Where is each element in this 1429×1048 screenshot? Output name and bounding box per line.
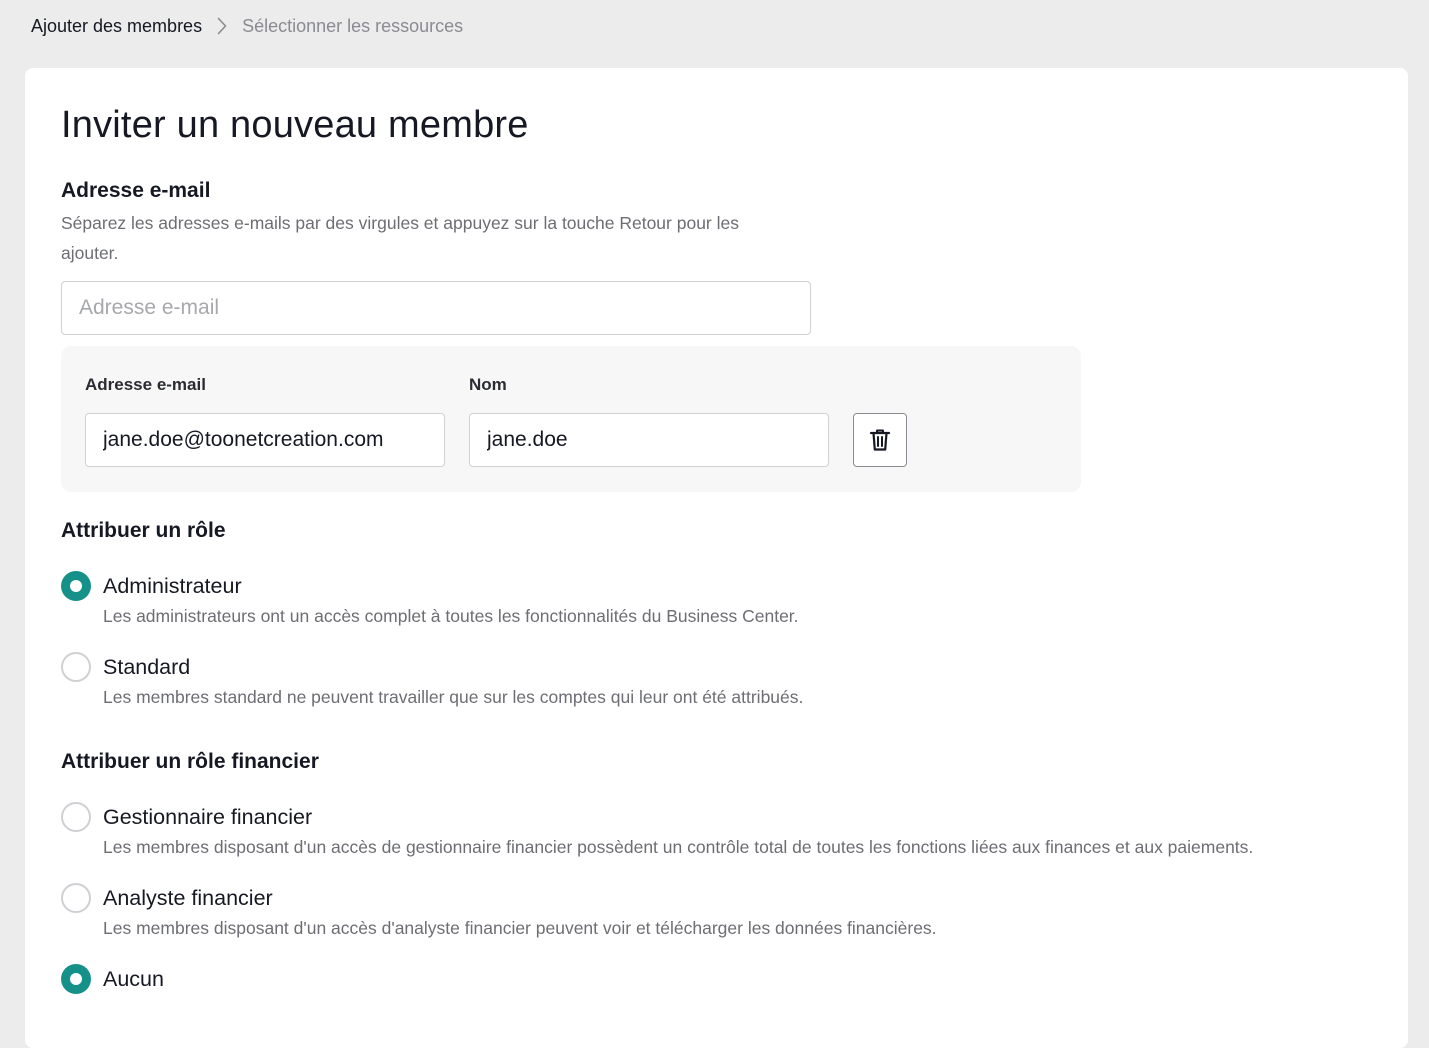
radio-description: Les administrateurs ont un accès complet… — [103, 606, 799, 626]
member-entry-panel: Adresse e-mail Nom — [61, 346, 1081, 492]
invite-member-card: Inviter un nouveau membre Adresse e-mail… — [25, 68, 1408, 1048]
radio-button[interactable] — [61, 802, 91, 832]
radio-label: Aucun — [103, 967, 164, 991]
radio-button-checked[interactable] — [61, 571, 91, 601]
breadcrumb: Ajouter des membres Sélectionner les res… — [31, 12, 463, 40]
finance-option-aucun[interactable]: Aucun — [61, 964, 1381, 994]
member-email-label: Adresse e-mail — [85, 375, 206, 394]
member-name-label: Nom — [469, 375, 507, 394]
role-option-standard[interactable]: Standard Les membres standard ne peuvent… — [61, 652, 1381, 712]
delete-member-button[interactable] — [853, 413, 907, 467]
radio-label: Gestionnaire financier — [103, 805, 313, 829]
email-input[interactable] — [61, 281, 811, 335]
breadcrumb-next: Sélectionner les ressources — [242, 15, 464, 36]
radio-label: Analyste financier — [103, 886, 273, 910]
radio-label: Standard — [103, 655, 191, 679]
member-name-field[interactable] — [469, 413, 829, 467]
radio-button-checked[interactable] — [61, 964, 91, 994]
radio-description: Les membres disposant d'un accès de gest… — [103, 837, 1254, 857]
member-email-field[interactable] — [85, 413, 445, 467]
radio-description: Les membres disposant d'un accès d'analy… — [103, 918, 937, 938]
email-help-text: Séparez les adresses e-mails par des vir… — [61, 213, 739, 263]
radio-button[interactable] — [61, 652, 91, 682]
role-option-administrateur[interactable]: Administrateur Les administrateurs ont u… — [61, 571, 1381, 631]
breadcrumb-current[interactable]: Ajouter des membres — [31, 16, 202, 37]
radio-button[interactable] — [61, 883, 91, 913]
page-title: Inviter un nouveau membre — [61, 104, 529, 146]
finance-section-title: Attribuer un rôle financier — [61, 750, 319, 773]
chevron-right-icon — [202, 12, 242, 40]
email-section-title: Adresse e-mail — [61, 179, 211, 202]
radio-label: Administrateur — [103, 574, 242, 598]
radio-description: Les membres standard ne peuvent travaill… — [103, 687, 804, 707]
trash-icon — [869, 428, 891, 452]
role-section-title: Attribuer un rôle — [61, 519, 226, 542]
finance-option-analyste[interactable]: Analyste financier Les membres disposant… — [61, 883, 1381, 943]
finance-option-gestionnaire[interactable]: Gestionnaire financier Les membres dispo… — [61, 802, 1381, 862]
